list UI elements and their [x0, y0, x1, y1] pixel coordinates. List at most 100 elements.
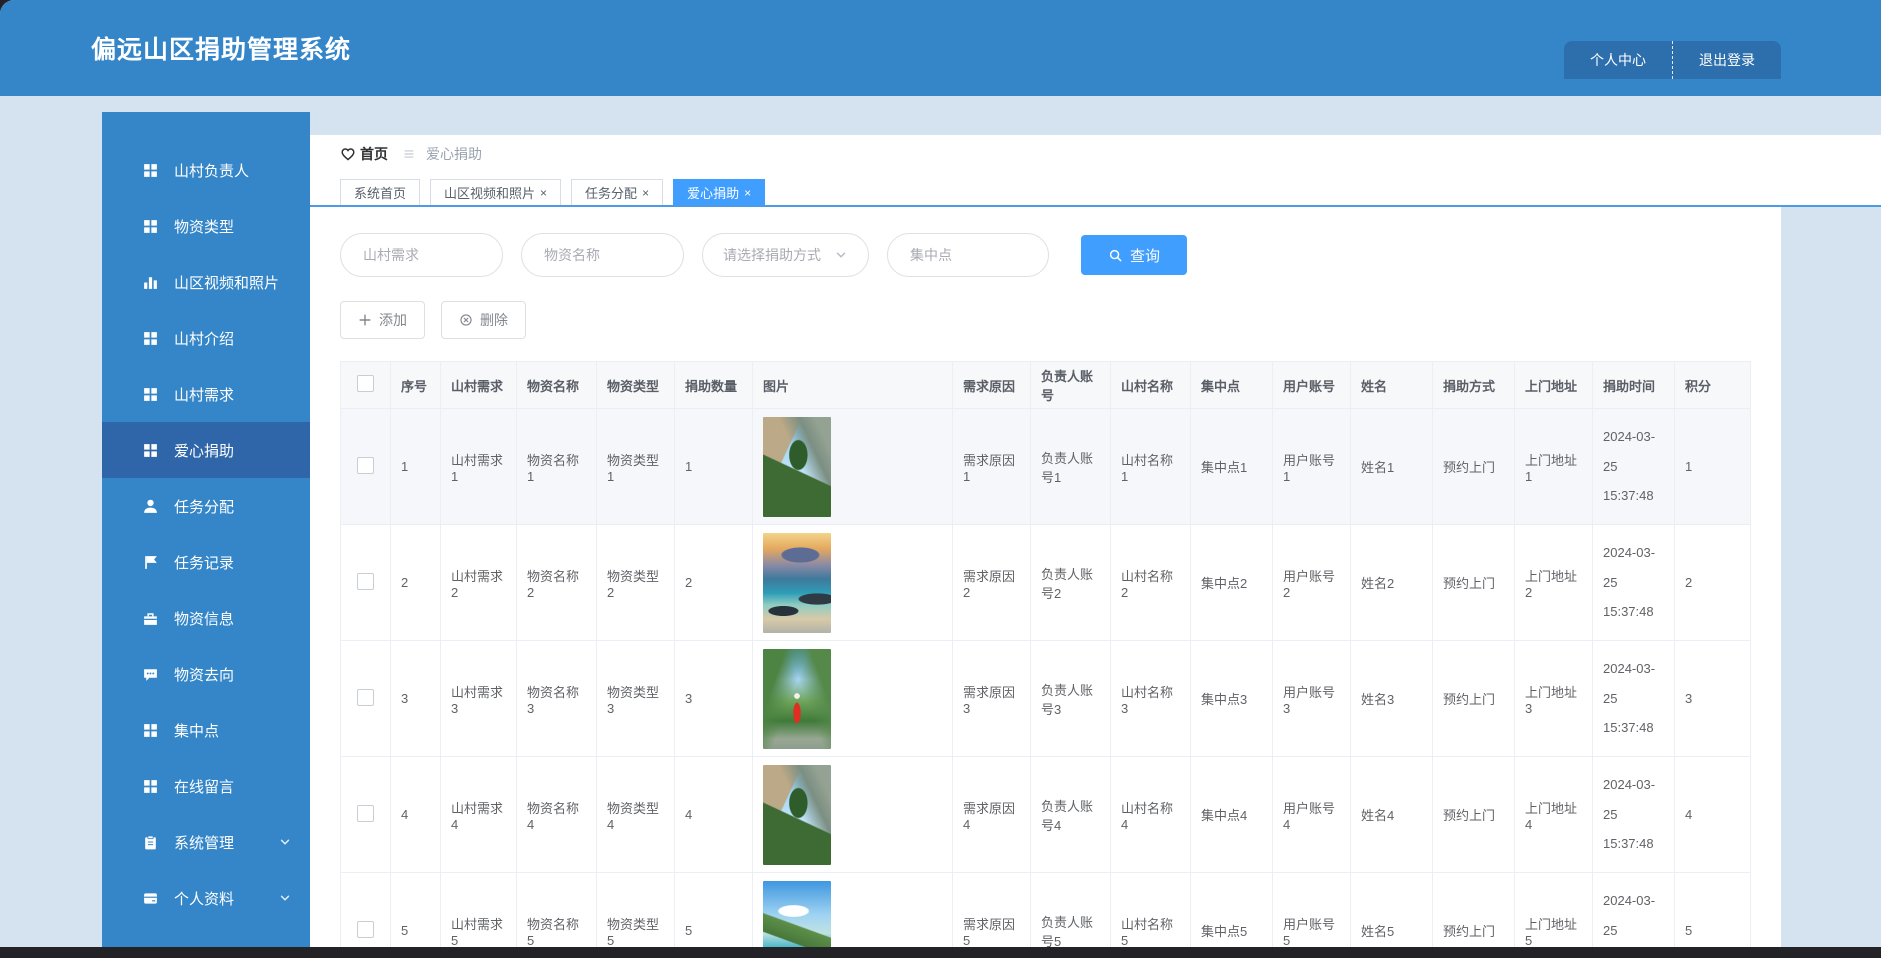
- cell-leader_account: 负责人账号4: [1030, 756, 1111, 873]
- cell-user_account: 用户账号2: [1272, 524, 1351, 641]
- grid-icon: [142, 722, 159, 739]
- breadcrumb-home[interactable]: 首页: [360, 144, 388, 164]
- tab-close-icon[interactable]: ×: [540, 186, 547, 200]
- cell-name: 姓名1: [1350, 408, 1433, 525]
- column-header-village_need: 山村需求: [440, 361, 517, 409]
- sidebar-item-collection-point[interactable]: 集中点: [102, 702, 310, 758]
- sidebar-item-village-intro[interactable]: 山村介绍: [102, 310, 310, 366]
- cell-collection_point: 集中点2: [1190, 524, 1273, 641]
- sidebar-item-village-needs[interactable]: 山村需求: [102, 366, 310, 422]
- sidebar-item-task-assign[interactable]: 任务分配: [102, 478, 310, 534]
- mountain-pine-photo: [763, 764, 831, 865]
- row-checkbox[interactable]: [357, 456, 374, 474]
- tab-task-assign[interactable]: 任务分配 ×: [571, 179, 664, 205]
- cell-points: 3: [1674, 640, 1751, 757]
- cell-donation_method: 预约上门: [1432, 756, 1515, 873]
- column-header-quantity: 捐助数量: [674, 361, 753, 409]
- filters-row: 请选择捐助方式 查询: [340, 233, 1781, 277]
- row-select-cell: [340, 640, 391, 757]
- row-checkbox[interactable]: [357, 688, 374, 706]
- table-body: 1 山村需求1 物资名称1 物资类型1 1 需求原因1 负责人账号1 山村名称1 集中点1 用户账…: [340, 408, 1751, 958]
- sidebar-item-material-info[interactable]: 物资信息: [102, 590, 310, 646]
- cell-collection_point: 集中点3: [1190, 640, 1273, 757]
- breadcrumb-separator-icon: [402, 147, 416, 161]
- sidebar-item-online-message[interactable]: 在线留言: [102, 758, 310, 814]
- profile-center-button[interactable]: 个人中心: [1564, 41, 1672, 79]
- row-checkbox[interactable]: [357, 804, 374, 822]
- red-dress-mountain-photo: [763, 648, 831, 749]
- cell-leader_account: 负责人账号5: [1030, 872, 1111, 958]
- chart-icon: [142, 274, 159, 291]
- sidebar-item-label: 任务分配: [174, 498, 235, 516]
- sidebar-item-task-record[interactable]: 任务记录: [102, 534, 310, 590]
- grid-icon: [142, 386, 159, 403]
- cell-material_name: 物资名称4: [516, 756, 597, 873]
- cell-leader_account: 负责人账号2: [1030, 524, 1111, 641]
- sidebar-item-material-type[interactable]: 物资类型: [102, 198, 310, 254]
- cell-reason: 需求原因5: [952, 872, 1031, 958]
- tab-home[interactable]: 系统首页: [340, 179, 421, 205]
- sidebar-item-love-donation[interactable]: 爱心捐助: [102, 422, 310, 478]
- donation-method-select[interactable]: 请选择捐助方式: [702, 233, 869, 277]
- sidebar-item-label: 个人资料: [174, 890, 235, 908]
- column-header-donation_time: 捐助时间: [1592, 361, 1675, 409]
- tab-label: 山区视频和照片: [444, 186, 536, 201]
- sidebar-item-label: 物资去向: [174, 666, 235, 684]
- cell-address: 上门地址5: [1514, 872, 1593, 958]
- toolbar: 添加 删除: [340, 301, 1781, 339]
- tab-videos-photos[interactable]: 山区视频和照片 ×: [430, 179, 562, 205]
- cell-material_type: 物资类型4: [596, 756, 675, 873]
- cell-photo: [752, 408, 953, 525]
- column-header-photo: 图片: [752, 361, 953, 409]
- sidebar-item-videos-photos[interactable]: 山区视频和照片: [102, 254, 310, 310]
- cell-leader_account: 负责人账号1: [1030, 408, 1111, 525]
- sidebar-item-material-destination[interactable]: 物资去向: [102, 646, 310, 702]
- cell-village_need: 山村需求2: [440, 524, 517, 641]
- material-name-input[interactable]: [542, 246, 663, 264]
- cell-collection_point: 集中点5: [1190, 872, 1273, 958]
- row-checkbox[interactable]: [357, 572, 374, 590]
- cell-donation_method: 预约上门: [1432, 872, 1515, 958]
- row-select-cell: [340, 872, 391, 958]
- column-header-seq: 序号: [390, 361, 441, 409]
- cell-material_type: 物资类型5: [596, 872, 675, 958]
- cell-name: 姓名3: [1350, 640, 1433, 757]
- delete-button[interactable]: 删除: [441, 301, 526, 339]
- village-need-input[interactable]: [361, 246, 482, 264]
- tab-close-icon[interactable]: ×: [744, 186, 751, 200]
- cell-donation_method: 预约上门: [1432, 524, 1515, 641]
- sidebar-item-village-leader[interactable]: 山村负责人: [102, 142, 310, 198]
- search-button[interactable]: 查询: [1081, 235, 1187, 275]
- column-header-leader_account: 负责人账号: [1030, 361, 1111, 409]
- cell-material_name: 物资名称5: [516, 872, 597, 958]
- cell-material_name: 物资名称3: [516, 640, 597, 757]
- main-layout: 山村负责人 物资类型 山区视频和照片 山村介绍 山村需求 爱心捐助 任务分配 任务记录 物资信息…: [0, 96, 1881, 958]
- main-area: 首页 爱心捐助 系统首页 山区视频和照片 × 任务分配 × 爱心捐助 × 请选择捐助方式: [310, 135, 1881, 958]
- add-button[interactable]: 添加: [340, 301, 425, 339]
- tab-label: 系统首页: [354, 186, 407, 201]
- sidebar-item-label: 物资类型: [174, 218, 235, 236]
- grid-icon: [142, 330, 159, 347]
- cell-donation_method: 预约上门: [1432, 408, 1515, 525]
- table-row: 4 山村需求4 物资名称4 物资类型4 4 需求原因4 负责人账号4 山村名称4 集中点4 用户账…: [340, 756, 1751, 873]
- cell-photo: [752, 872, 953, 958]
- tab-label: 爱心捐助: [687, 186, 740, 201]
- breadcrumb: 首页 爱心捐助: [310, 135, 1881, 173]
- sidebar-item-system-manage[interactable]: 系统管理: [102, 814, 310, 870]
- tab-love-donation[interactable]: 爱心捐助 ×: [673, 179, 766, 205]
- logout-button[interactable]: 退出登录: [1672, 41, 1781, 79]
- sidebar-item-profile[interactable]: 个人资料: [102, 870, 310, 926]
- cell-address: 上门地址4: [1514, 756, 1593, 873]
- cell-seq: 1: [390, 408, 441, 525]
- tab-close-icon[interactable]: ×: [642, 186, 649, 200]
- row-select-cell: [340, 524, 391, 641]
- row-checkbox[interactable]: [357, 920, 374, 938]
- select-all-checkbox[interactable]: [357, 375, 374, 392]
- cell-seq: 4: [390, 756, 441, 873]
- collection-point-input[interactable]: [908, 246, 1028, 264]
- cell-address: 上门地址2: [1514, 524, 1593, 641]
- cell-village_need: 山村需求4: [440, 756, 517, 873]
- column-header-village_name: 山村名称: [1110, 361, 1191, 409]
- donation-table: 序号 山村需求 物资名称 物资类型 捐助数量 图片 需求原因 负责人账号 山村名称 集中点 用户账号…: [340, 361, 1751, 958]
- table-row: 1 山村需求1 物资名称1 物资类型1 1 需求原因1 负责人账号1 山村名称1 集中点1 用户账…: [340, 408, 1751, 525]
